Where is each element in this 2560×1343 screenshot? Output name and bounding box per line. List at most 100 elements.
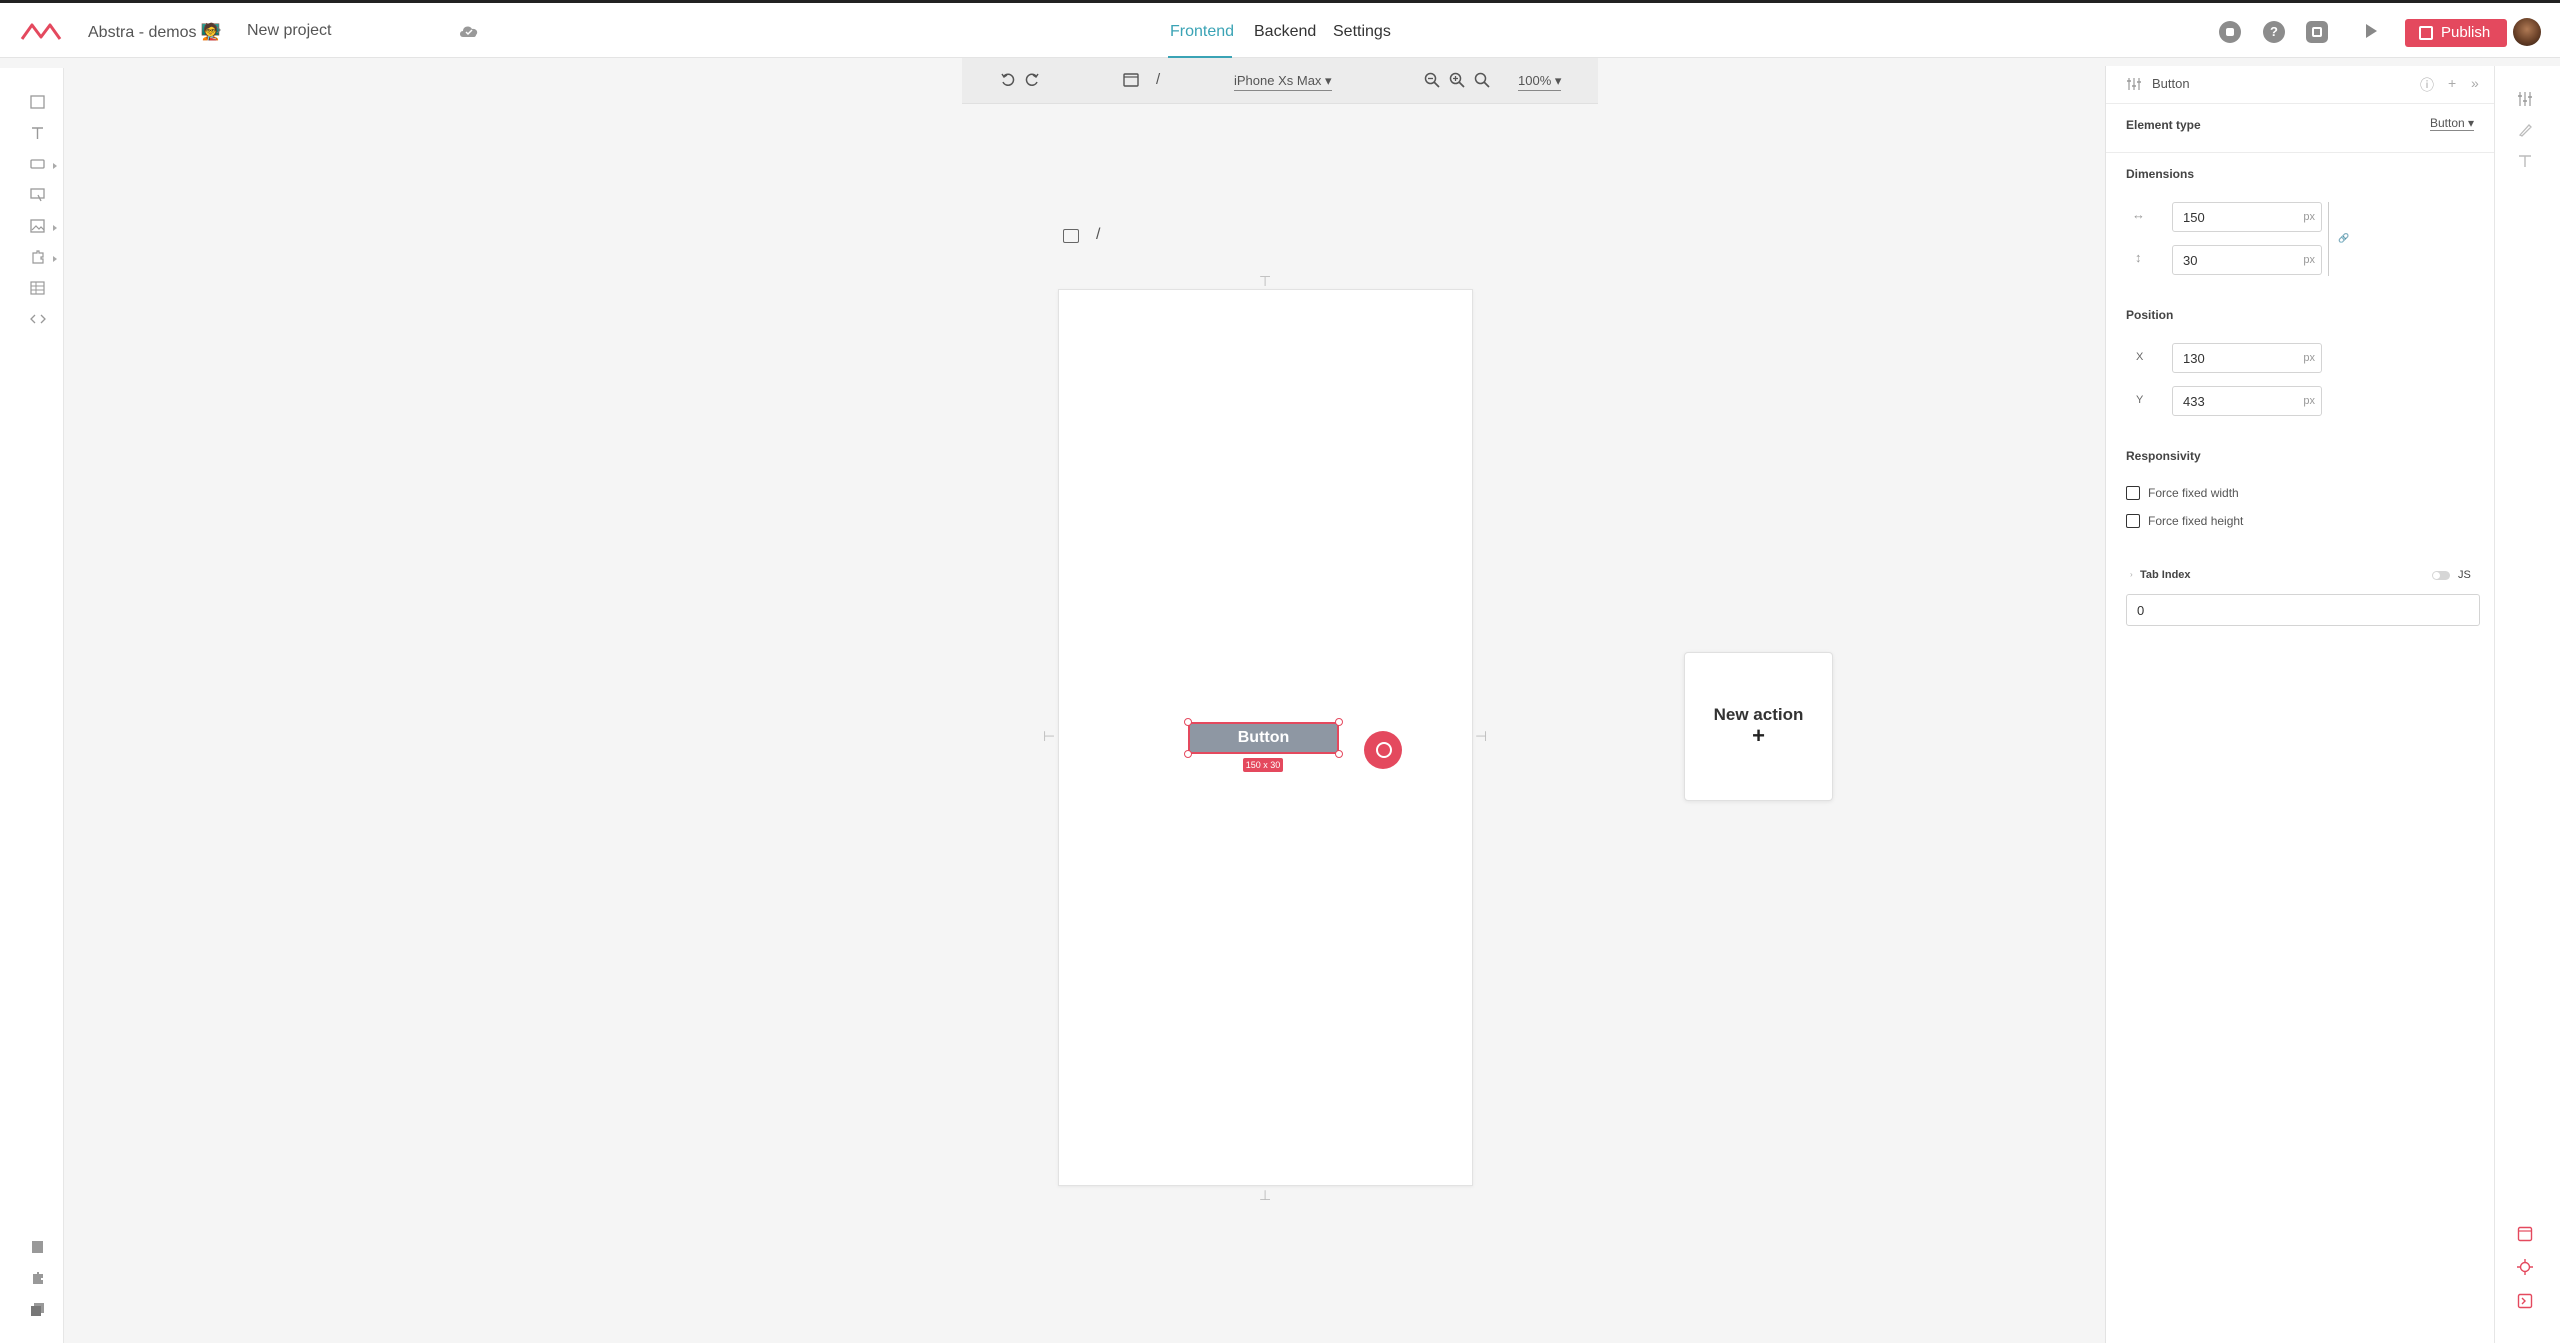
workspace-breadcrumb[interactable]: Abstra - demos 🧑‍🏫	[88, 22, 221, 42]
publish-label: Publish	[2441, 24, 2491, 41]
properties-title: Button	[2152, 76, 2190, 91]
top-bar: Abstra - demos 🧑‍🏫 › New project Fronten…	[0, 0, 2560, 59]
zoom-out-icon[interactable]	[1424, 72, 1440, 88]
tab-index-label: Tab Index	[2140, 569, 2191, 581]
responsivity-label: Responsivity	[2126, 449, 2201, 463]
left-toolbar	[0, 68, 64, 1343]
properties-header: Button ⓘ + »	[2106, 66, 2495, 104]
help-icon[interactable]: ?	[2263, 21, 2285, 43]
image-tool-caret-icon[interactable]	[53, 225, 57, 231]
user-avatar[interactable]	[2513, 18, 2541, 46]
container-tool-icon[interactable]	[30, 95, 46, 109]
zoom-select[interactable]: 100% ▾	[1518, 73, 1562, 91]
new-action-label: New action	[1713, 705, 1804, 724]
new-action-card[interactable]: New action +	[1684, 652, 1833, 801]
play-icon[interactable]	[2366, 24, 2377, 38]
position-label: Position	[2126, 308, 2174, 322]
table-tool-icon[interactable]	[30, 281, 46, 295]
tab-settings[interactable]: Settings	[1333, 23, 1391, 41]
resize-handle-top-right[interactable]	[1335, 718, 1343, 726]
button-tool-icon[interactable]	[30, 157, 46, 171]
undo-icon[interactable]	[1000, 72, 1016, 88]
button-tool-caret-icon[interactable]	[53, 163, 57, 169]
width-value: 150	[2183, 210, 2205, 225]
force-fixed-width-label[interactable]: Force fixed width	[2148, 486, 2239, 500]
bottom-resize-marker[interactable]: ⊥	[1259, 1187, 1271, 1204]
image-tool-icon[interactable]	[30, 219, 46, 233]
crosshair-icon[interactable]	[2517, 1259, 2533, 1275]
js-toggle[interactable]	[2432, 571, 2450, 580]
collapse-panel-icon[interactable]: »	[2471, 75, 2479, 91]
right-resize-marker[interactable]: ⊣	[1475, 728, 1487, 745]
help-circle-icon[interactable]: ⓘ	[2420, 75, 2434, 95]
y-value: 433	[2183, 394, 2205, 409]
x-unit: px	[2303, 352, 2315, 364]
selection-outline	[1188, 722, 1339, 754]
dimensions-label: Dimensions	[2126, 167, 2195, 181]
text-tool-icon[interactable]	[30, 126, 46, 140]
y-unit: px	[2303, 395, 2315, 407]
page-path[interactable]: /	[1096, 226, 1100, 244]
resize-handle-bottom-right[interactable]	[1335, 750, 1343, 758]
lock-aspect-icon[interactable]: 🔗	[2338, 233, 2349, 244]
tab-frontend[interactable]: Frontend	[1170, 23, 1234, 41]
text-style-icon[interactable]	[2517, 153, 2533, 169]
properties-sliders-icon[interactable]	[2517, 91, 2533, 107]
abstra-logo-icon[interactable]	[20, 19, 62, 43]
stop-icon[interactable]	[2219, 21, 2241, 43]
path-separator: /	[1156, 71, 1161, 88]
left-resize-marker[interactable]: ⊢	[1043, 728, 1055, 745]
js-label: JS	[2458, 569, 2471, 581]
zoom-in-icon[interactable]	[1449, 72, 1465, 88]
redo-icon[interactable]	[1024, 72, 1040, 88]
page-frame-icon[interactable]	[1123, 73, 1139, 87]
cloud-saved-icon	[460, 26, 478, 37]
force-fixed-height-checkbox[interactable]	[2126, 514, 2140, 528]
project-breadcrumb[interactable]: New project	[247, 22, 331, 40]
right-rail	[2494, 66, 2560, 1343]
code-tool-icon[interactable]	[30, 312, 46, 326]
force-fixed-width-checkbox[interactable]	[2126, 486, 2140, 500]
terminal-icon[interactable]	[2517, 1293, 2533, 1309]
element-type-select[interactable]: Button ▾	[2430, 116, 2475, 131]
aspect-link-line	[2328, 202, 2329, 276]
device-select[interactable]: iPhone Xs Max ▾	[1234, 73, 1332, 91]
height-arrow-icon: ↕	[2135, 250, 2142, 265]
tab-index-input[interactable]: 0	[2126, 594, 2480, 626]
tab-index-caret-icon[interactable]: ›	[2130, 570, 2133, 579]
brush-style-icon[interactable]	[2517, 122, 2533, 138]
pages-icon[interactable]	[30, 1240, 46, 1254]
plugin-tool-icon[interactable]	[30, 250, 46, 264]
plugins-icon[interactable]	[30, 1271, 46, 1285]
page-icon[interactable]	[1063, 229, 1079, 243]
add-icon[interactable]: +	[2448, 75, 2456, 91]
width-unit: px	[2303, 211, 2315, 223]
force-fixed-height-label[interactable]: Force fixed height	[2148, 514, 2243, 528]
resize-handle-top-left[interactable]	[1184, 718, 1192, 726]
input-tool-icon[interactable]	[30, 188, 46, 202]
height-input[interactable]: 30 px	[2172, 245, 2322, 275]
height-unit: px	[2303, 254, 2315, 266]
canvas-toolbar: / iPhone Xs Max ▾ 100% ▾	[962, 58, 1598, 104]
preview-icon[interactable]	[2306, 21, 2328, 43]
y-label: Y	[2136, 394, 2144, 406]
properties-panel: Button ⓘ + » Element type Button ▾ Dimen…	[2105, 66, 2495, 1343]
publish-button[interactable]: Publish	[2405, 19, 2507, 47]
zoom-reset-icon[interactable]	[1474, 72, 1490, 88]
frame-icon[interactable]	[2517, 1226, 2533, 1242]
copy-icon[interactable]	[30, 1302, 46, 1316]
add-action-button[interactable]	[1364, 731, 1402, 769]
sliders-icon	[2127, 78, 2141, 90]
tab-backend[interactable]: Backend	[1254, 23, 1316, 41]
height-value: 30	[2183, 253, 2198, 268]
y-input[interactable]: 433 px	[2172, 386, 2322, 416]
breadcrumb-chevron-icon: ›	[216, 21, 222, 38]
top-resize-marker[interactable]: ⊤	[1259, 273, 1271, 290]
resize-handle-bottom-left[interactable]	[1184, 750, 1192, 758]
external-link-icon	[2419, 26, 2433, 40]
plugin-tool-caret-icon[interactable]	[53, 256, 57, 262]
plus-icon: +	[1752, 723, 1765, 748]
x-input[interactable]: 130 px	[2172, 343, 2322, 373]
width-input[interactable]: 150 px	[2172, 202, 2322, 232]
size-badge: 150 x 30	[1243, 758, 1283, 772]
